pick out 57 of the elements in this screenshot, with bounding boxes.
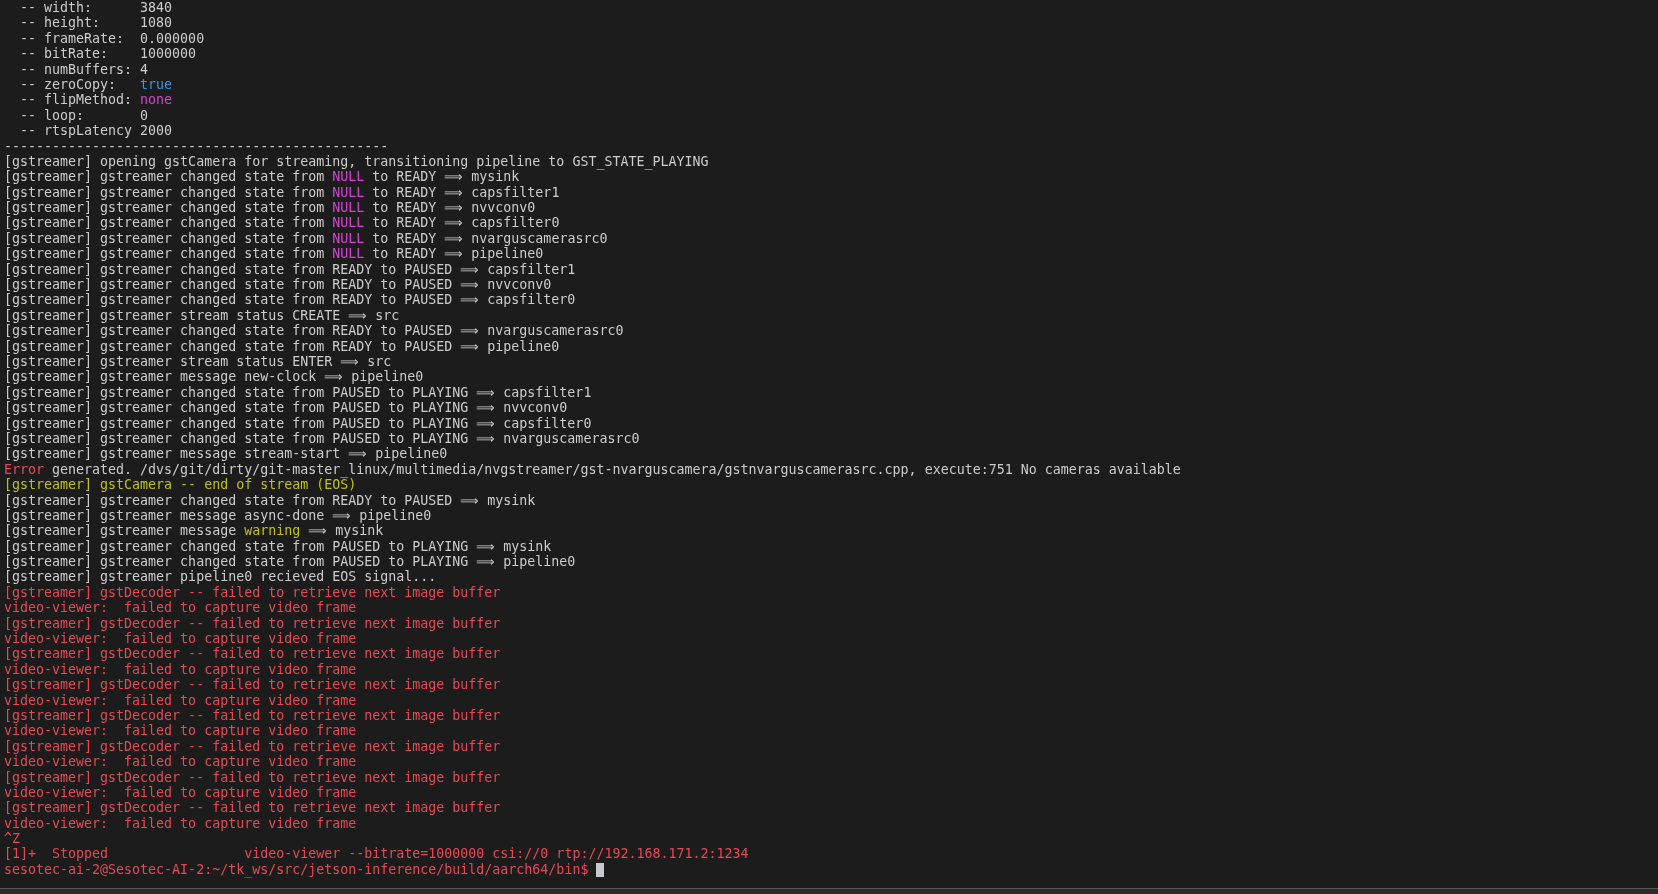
terminal-line: [1]+ Stopped video-viewer --bitrate=1000000 csi://0 rtp://192.168.171.2:1234 bbox=[4, 846, 749, 862]
terminal-line: [gstreamer] gstreamer pipeline0 recieved EOS signal... bbox=[4, 569, 437, 585]
terminal-line: [gstreamer] gstreamer changed state from NULL to READY ⟹ pipeline0 bbox=[4, 246, 544, 262]
terminal-line: [gstreamer] gstDecoder -- failed to retrieve next image buffer bbox=[4, 800, 501, 816]
terminal-line: [gstreamer] opening gstCamera for streaming, transitioning pipeline to GST_STATE_PLAYING bbox=[4, 153, 709, 170]
terminal-line: [gstreamer] gstreamer stream status ENTER ⟹ src bbox=[4, 354, 392, 370]
terminal-line: [gstreamer] gstreamer changed state from READY to PAUSED ⟹ nvvconv0 bbox=[4, 277, 552, 293]
terminal-line: -- frameRate: 0.000000 bbox=[19, 30, 205, 47]
terminal-line: -- loop: 0 bbox=[19, 107, 149, 124]
terminal-line: -- numBuffers: 4 bbox=[19, 61, 149, 77]
terminal-line: [gstreamer] gstreamer changed state from READY to PAUSED ⟹ mysink bbox=[4, 492, 536, 508]
terminal-line: Error generated. /dvs/git/dirty/git-master_linux/multimedia/nvgstreamer/gst-nvarguscamera/gstnvarguscamerasrc.cpp, execute:751 No cameras available bbox=[4, 461, 1181, 478]
terminal-line: [gstreamer] gstDecoder -- failed to retrieve next image buffer bbox=[4, 769, 501, 785]
terminal-line: -- width: 3840 bbox=[19, 0, 173, 16]
terminal-line: -- rtspLatency 2000 bbox=[19, 123, 173, 139]
terminal-line: [gstreamer] gstDecoder -- failed to retrieve next image buffer bbox=[4, 615, 501, 631]
terminal-line: [gstreamer] gstreamer changed state from PAUSED to PLAYING ⟹ mysink bbox=[4, 538, 552, 555]
terminal-line: [gstreamer] gstDecoder -- failed to retrieve next image buffer bbox=[4, 738, 501, 755]
terminal-line: [gstreamer] gstreamer changed state from READY to PAUSED ⟹ capsfilter0 bbox=[4, 292, 576, 308]
terminal-line: [gstreamer] gstreamer stream status CREATE ⟹ src bbox=[4, 307, 400, 324]
terminal-line: [gstreamer] gstDecoder -- failed to retrieve next image buffer bbox=[4, 584, 501, 601]
terminal-line: video-viewer: failed to capture video frame bbox=[4, 692, 357, 708]
terminal-line: [gstreamer] gstreamer changed state from NULL to READY ⟹ capsfilter0 bbox=[4, 215, 560, 231]
terminal-line: [gstreamer] gstreamer changed state from NULL to READY ⟹ nvvconv0 bbox=[4, 200, 536, 216]
terminal-line: -- height: 1080 bbox=[19, 15, 173, 31]
terminal-line: [gstreamer] gstreamer message stream-start ⟹ pipeline0 bbox=[4, 446, 448, 462]
terminal-line: [gstreamer] gstreamer changed state from PAUSED to PLAYING ⟹ pipeline0 bbox=[4, 554, 576, 570]
terminal-line: [gstreamer] gstreamer changed state from READY to PAUSED ⟹ pipeline0 bbox=[4, 338, 560, 354]
terminal-line: [gstreamer] gstreamer changed state from PAUSED to PLAYING ⟹ capsfilter0 bbox=[4, 415, 592, 431]
terminal-line: [gstreamer] gstreamer changed state from PAUSED to PLAYING ⟹ nvvconv0 bbox=[4, 400, 568, 416]
terminal-line: [gstreamer] gstDecoder -- failed to retrieve next image buffer bbox=[4, 677, 501, 693]
terminal-line: [gstreamer] gstreamer changed state from PAUSED to PLAYING ⟹ nvarguscamerasrc0 bbox=[4, 430, 640, 447]
terminal-line: [gstreamer] gstreamer changed state from READY to PAUSED ⟹ capsfilter1 bbox=[4, 261, 576, 278]
terminal-line: -- zeroCopy: true bbox=[19, 76, 173, 93]
terminal-line: video-viewer: failed to capture video frame bbox=[4, 754, 357, 770]
terminal-line: [gstreamer] gstDecoder -- failed to retrieve next image buffer bbox=[4, 707, 501, 724]
terminal-line: video-viewer: failed to capture video frame bbox=[4, 631, 357, 647]
terminal-line: [gstreamer] gstreamer message warning ⟹ mysink bbox=[4, 523, 384, 539]
terminal-line: video-viewer: failed to capture video frame bbox=[4, 661, 357, 678]
terminal-line: video-viewer: failed to capture video frame bbox=[4, 784, 357, 801]
terminal-line: sesotec-ai-2@Sesotec-AI-2:~/tk_ws/src/jetson-inference/build/aarch64/bin$ bbox=[4, 861, 605, 878]
terminal-line: video-viewer: failed to capture video frame bbox=[4, 600, 357, 616]
terminal-line: [gstreamer] gstDecoder -- failed to retrieve next image buffer bbox=[4, 646, 501, 662]
terminal-line: video-viewer: failed to capture video frame bbox=[4, 815, 357, 832]
terminal-line: -- flipMethod: none bbox=[19, 92, 173, 108]
terminal-line: ------------------------------------------------ bbox=[4, 138, 389, 154]
terminal-line: ^Z bbox=[4, 831, 20, 847]
terminal-line: -- bitRate: 1000000 bbox=[19, 46, 197, 62]
terminal-line: [gstreamer] gstreamer message new-clock ⟹ pipeline0 bbox=[4, 369, 424, 385]
terminal-line: [gstreamer] gstreamer changed state from NULL to READY ⟹ nvarguscamerasrc0 bbox=[4, 230, 608, 247]
terminal-line: [gstreamer] gstCamera -- end of stream (EOS) bbox=[4, 477, 357, 493]
terminal-line: [gstreamer] gstreamer changed state from NULL to READY ⟹ mysink bbox=[4, 169, 520, 185]
terminal-line: [gstreamer] gstreamer message async-done ⟹ pipeline0 bbox=[4, 507, 432, 524]
terminal-line: [gstreamer] gstreamer changed state from PAUSED to PLAYING ⟹ capsfilter1 bbox=[4, 384, 592, 401]
terminal-line: video-viewer: failed to capture video frame bbox=[4, 723, 357, 739]
terminal-line: [gstreamer] gstreamer changed state from NULL to READY ⟹ capsfilter1 bbox=[4, 184, 560, 201]
terminal-line: [gstreamer] gstreamer changed state from READY to PAUSED ⟹ nvarguscamerasrc0 bbox=[4, 323, 624, 339]
